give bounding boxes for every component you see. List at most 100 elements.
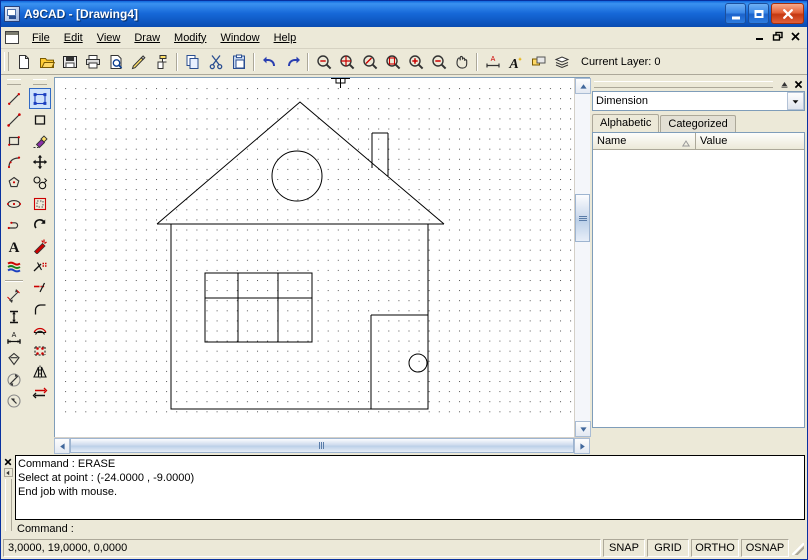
close-button[interactable] — [771, 3, 804, 24]
menu-draw[interactable]: Draw — [127, 30, 167, 46]
dimension-angular-tool[interactable] — [3, 390, 25, 411]
print-preview-icon[interactable] — [104, 51, 127, 73]
fillet-tool[interactable] — [29, 298, 51, 319]
canvas-vertical-scrollbar[interactable] — [574, 78, 590, 437]
rotate-tool[interactable] — [29, 214, 51, 235]
pencil-icon[interactable] — [127, 51, 150, 73]
polyline-tool[interactable] — [3, 214, 25, 235]
auto-hide-pin-icon[interactable] — [778, 78, 791, 90]
save-disk-icon[interactable] — [58, 51, 81, 73]
text-style-icon[interactable]: A — [504, 51, 527, 73]
paint-format-icon[interactable] — [150, 51, 173, 73]
properties-grid-body[interactable] — [593, 150, 804, 427]
ellipse-tool[interactable] — [3, 193, 25, 214]
offset-tool[interactable] — [29, 319, 51, 340]
mdi-restore-button[interactable] — [769, 28, 786, 44]
mirror-tool[interactable] — [29, 361, 51, 382]
vertical-scroll-track[interactable] — [575, 94, 590, 421]
chevron-down-icon[interactable] — [787, 92, 804, 110]
zoom-out-icon[interactable] — [427, 51, 450, 73]
panel-drag-handle[interactable] — [594, 81, 773, 88]
copy-icon[interactable] — [181, 51, 204, 73]
scroll-right-button[interactable] — [574, 438, 590, 454]
status-toggle-grid[interactable]: GRID — [647, 539, 689, 557]
command-collapse-icon[interactable] — [4, 468, 13, 477]
maximize-button[interactable] — [748, 3, 769, 24]
extend-tool[interactable] — [29, 277, 51, 298]
canvas-horizontal-scrollbar[interactable] — [54, 437, 590, 453]
scroll-up-button[interactable] — [575, 78, 591, 94]
command-input[interactable]: Command : — [15, 520, 805, 538]
erase-tool[interactable] — [29, 130, 51, 151]
stretch-tool[interactable] — [29, 382, 51, 403]
tab-categorized[interactable]: Categorized — [660, 115, 735, 132]
copy-object-tool[interactable] — [29, 172, 51, 193]
pan-hand-icon[interactable] — [450, 51, 473, 73]
point-tool[interactable] — [3, 88, 25, 109]
drawing-canvas[interactable] — [55, 78, 574, 437]
layer-properties-icon[interactable] — [527, 51, 550, 73]
zoom-previous-icon[interactable] — [381, 51, 404, 73]
zoom-in-icon[interactable] — [404, 51, 427, 73]
dimension-horizontal-tool[interactable]: A — [3, 327, 25, 348]
line-tool[interactable] — [3, 109, 25, 130]
new-file-icon[interactable] — [12, 51, 35, 73]
draw-toolbar-grip[interactable] — [7, 79, 21, 85]
toolbar-grip[interactable] — [4, 52, 9, 71]
undo-arrow-icon[interactable] — [258, 51, 281, 73]
column-header-name[interactable]: Name — [593, 133, 696, 149]
menu-view[interactable]: View — [90, 30, 128, 46]
dimension-style-icon[interactable]: A — [481, 51, 504, 73]
menu-modify[interactable]: Modify — [167, 30, 213, 46]
zoom-dynamic-icon[interactable] — [358, 51, 381, 73]
object-type-selector[interactable]: Dimension — [592, 91, 805, 111]
menu-edit[interactable]: Edit — [57, 30, 90, 46]
status-toggle-osnap[interactable]: OSNAP — [741, 539, 789, 557]
tab-alphabetic[interactable]: Alphabetic — [592, 114, 659, 132]
polygon-tool[interactable] — [3, 172, 25, 193]
text-tool[interactable]: A — [3, 235, 25, 256]
zoom-window-icon[interactable] — [312, 51, 335, 73]
close-panel-icon[interactable] — [792, 78, 805, 90]
status-toggle-ortho[interactable]: ORTHO — [691, 539, 739, 557]
column-header-value[interactable]: Value — [696, 133, 804, 149]
move-tool[interactable] — [29, 151, 51, 172]
close-command-window-icon[interactable] — [3, 456, 14, 467]
vertical-scroll-thumb[interactable] — [575, 194, 590, 242]
trim-tool[interactable] — [29, 256, 51, 277]
paste-clipboard-icon[interactable] — [227, 51, 250, 73]
horizontal-scroll-thumb[interactable] — [70, 438, 574, 453]
cut-scissors-icon[interactable] — [204, 51, 227, 73]
select-all-tool[interactable] — [29, 88, 51, 109]
redo-arrow-icon[interactable] — [281, 51, 304, 73]
minimize-button[interactable] — [725, 3, 746, 24]
modify-toolbar-grip[interactable] — [33, 79, 47, 85]
status-toggle-snap[interactable]: SNAP — [603, 539, 645, 557]
menu-help[interactable]: Help — [267, 30, 304, 46]
dimension-aligned-tool[interactable] — [3, 285, 25, 306]
rectangle-tool[interactable] — [3, 130, 25, 151]
scroll-down-button[interactable] — [575, 421, 591, 437]
mdi-close-button[interactable] — [787, 28, 804, 44]
array-tool[interactable] — [29, 340, 51, 361]
hatch-tool[interactable] — [3, 256, 25, 277]
dimension-radius-tool[interactable] — [3, 369, 25, 390]
resize-grip[interactable] — [791, 540, 805, 556]
mdi-minimize-button[interactable] — [751, 28, 768, 44]
menu-window[interactable]: Window — [213, 30, 266, 46]
scale-tool[interactable] — [29, 193, 51, 214]
command-window-drag-handle[interactable] — [5, 479, 12, 531]
mdi-document-icon[interactable] — [5, 31, 19, 44]
dimension-vertical-tool[interactable] — [3, 306, 25, 327]
print-icon[interactable] — [81, 51, 104, 73]
scroll-left-button[interactable] — [54, 438, 70, 454]
command-history[interactable]: Command : ERASE Select at point : (-24.0… — [15, 455, 805, 520]
zoom-all-icon[interactable] — [335, 51, 358, 73]
menu-file[interactable]: File — [25, 30, 57, 46]
explode-tool[interactable] — [29, 235, 51, 256]
horizontal-scroll-track[interactable] — [70, 438, 574, 453]
deselect-tool[interactable] — [29, 109, 51, 130]
layer-list-icon[interactable] — [550, 51, 573, 73]
dimension-diameter-tool[interactable] — [3, 348, 25, 369]
open-folder-icon[interactable] — [35, 51, 58, 73]
